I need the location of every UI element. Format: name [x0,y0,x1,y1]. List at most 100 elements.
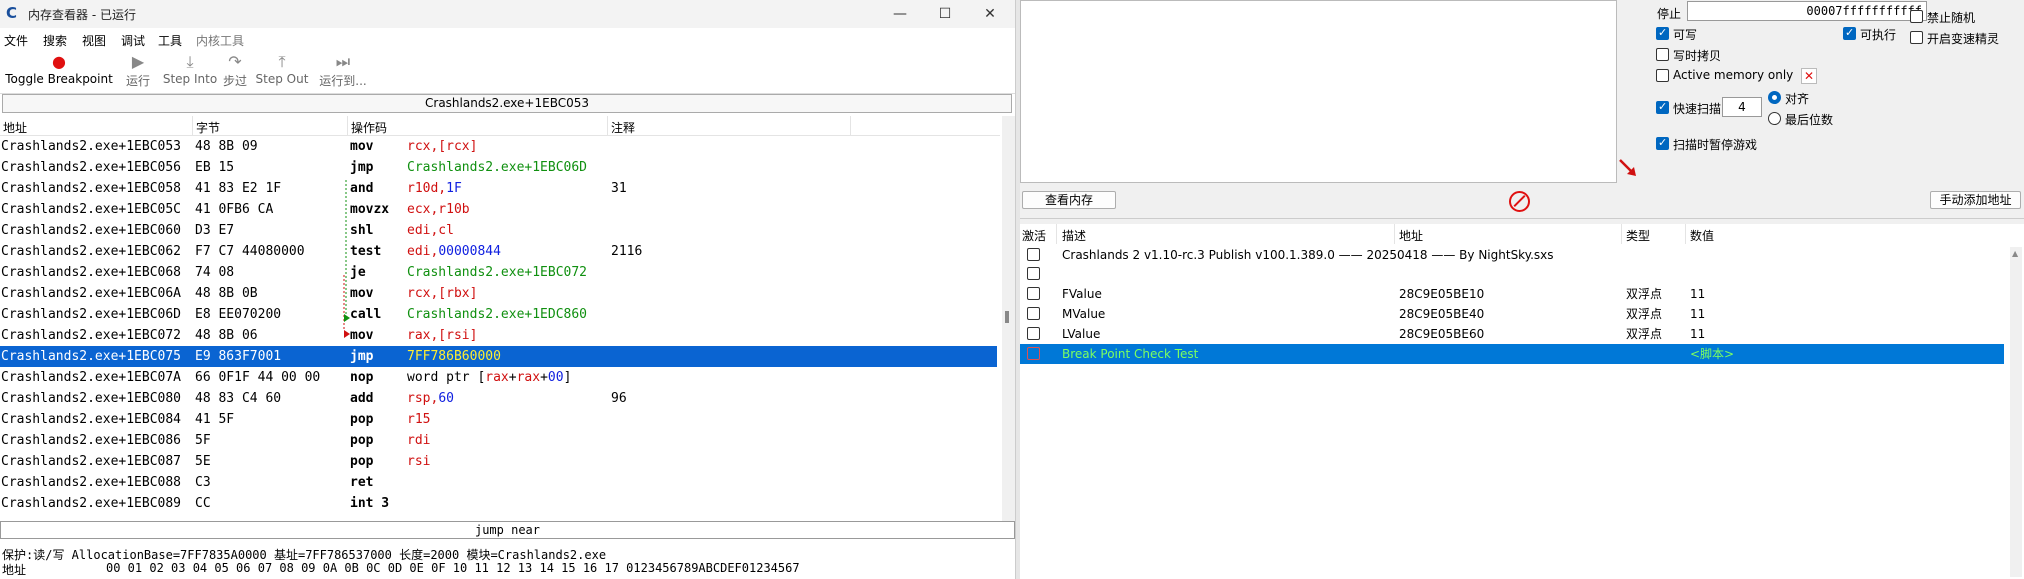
operand-part: rax,[rsi] [407,328,478,343]
active-checkbox[interactable] [1027,327,1040,340]
step-over-button[interactable]: ↷ 步过 [220,52,250,89]
disasm-row[interactable]: Crashlands2.exe+1EBC072 48 8B 06 mov rax,[r… [0,325,997,346]
row-address: 28C9E05BE40 [1399,307,1485,321]
disasm-row[interactable]: Crashlands2.exe+1EBC075 E9 863F7001 jmp 7FF… [0,346,997,367]
row-address: Crashlands2.exe+1EBC072 [1,328,182,343]
toggle-breakpoint-button[interactable]: ● Toggle Breakpoint [3,52,115,86]
operand-part: 00 [547,370,564,385]
menu-view[interactable]: 视图 [82,32,106,49]
minimize-button[interactable]: — [880,2,920,26]
cheat-table-scrollbar[interactable]: ▲ [2010,247,2022,577]
run-to-button[interactable]: ⏭ 运行到... [317,52,369,89]
scan-results-list[interactable] [1020,0,1617,183]
column-active[interactable]: 激活 [1022,227,1046,244]
row-operands: r10d,1F [407,178,462,199]
stop-address-input[interactable]: 00007fffffffffff [1687,1,1927,21]
column-type[interactable]: 类型 [1626,227,1650,244]
disasm-row[interactable]: Crashlands2.exe+1EBC053 48 8B 09 mov rcx,[r… [0,136,997,157]
row-address: Crashlands2.exe+1EBC058 [1,181,182,196]
row-opcode: int 3 [350,496,390,511]
disasm-row[interactable]: Crashlands2.exe+1EBC062 F7 C7 44080000 tes… [0,241,997,262]
view-memory-button[interactable]: 查看内存 [1022,191,1116,209]
disasm-row[interactable]: Crashlands2.exe+1EBC06A 48 8B 0B mov rcx,[r… [0,283,997,304]
clear-icon[interactable]: ✕ [1801,68,1817,84]
disasm-row[interactable]: Crashlands2.exe+1EBC058 41 83 E2 1F and r10… [0,178,997,199]
row-opcode: movzx [350,202,390,217]
step-out-button[interactable]: ⤒ Step Out [254,52,310,86]
row-operands: rdi [407,430,430,451]
active-checkbox[interactable] [1027,267,1040,280]
hex-header: 地址 00 01 02 03 04 05 06 07 08 09 0A 0B 0… [0,561,1015,579]
column-address[interactable]: 地址 [1399,227,1423,244]
row-bytes: 48 8B 06 [195,328,258,343]
maximize-button[interactable]: ☐ [925,2,965,26]
column-value[interactable]: 数值 [1690,227,1714,244]
disasm-row[interactable]: Crashlands2.exe+1EBC086 5F pop rdi [0,430,997,451]
disasm-row[interactable]: Crashlands2.exe+1EBC084 41 5F pop r15 [0,409,997,430]
row-bytes: 41 5F [195,412,235,427]
row-type: 双浮点 [1626,307,1663,321]
hex-address-label: 地址 [2,563,27,577]
active-checkbox[interactable] [1027,347,1040,360]
disasm-row[interactable]: Crashlands2.exe+1EBC056 EB 15 jmp Crashland… [0,157,997,178]
column-description[interactable]: 描述 [1062,227,1086,244]
current-address-bar[interactable]: Crashlands2.exe+1EBC053 [2,94,1012,113]
active-checkbox[interactable] [1027,248,1040,261]
add-address-button[interactable]: 手动添加地址 [1930,191,2021,209]
disasm-row[interactable]: Crashlands2.exe+1EBC060 D3 E7 shl edi,cl [0,220,997,241]
cheat-table-row[interactable]: LValue 28C9E05BE60 双浮点 11 [1020,324,2004,344]
run-button[interactable]: ▶ 运行 [122,52,154,89]
menu-kernel-tools[interactable]: 内核工具 [196,32,244,49]
disasm-row[interactable]: Crashlands2.exe+1EBC080 48 83 C4 60 add rsp… [0,388,997,409]
disasm-row[interactable]: Crashlands2.exe+1EBC087 5E pop rsi [0,451,997,472]
cheat-table-row[interactable]: MValue 28C9E05BE40 双浮点 11 [1020,304,2004,324]
menu-debug[interactable]: 调试 [121,32,145,49]
row-address: Crashlands2.exe+1EBC06A [1,286,182,301]
jump-arrows [343,180,350,338]
row-opcode: ret [350,475,374,490]
cheat-table-row[interactable]: FValue 28C9E05BE10 双浮点 11 [1020,284,2004,304]
column-opcode[interactable]: 操作码 [351,119,387,136]
no-entry-icon[interactable] [1509,191,1530,212]
row-operands: rsp,60 [407,388,454,409]
disasm-row[interactable]: Crashlands2.exe+1EBC089 CC int 3 [0,493,997,514]
active-checkbox[interactable] [1027,307,1040,320]
operand-part: rsi [407,454,431,469]
row-comment: 96 [611,391,627,406]
close-button[interactable]: ✕ [970,2,1010,26]
disasm-row[interactable]: Crashlands2.exe+1EBC088 C3 ret [0,472,997,493]
cheat-table-row[interactable]: Break Point Check Test <脚本> [1020,344,2004,364]
row-opcode: jmp [350,349,374,364]
row-opcode: pop [350,433,374,448]
row-bytes: CC [195,496,211,511]
row-address: Crashlands2.exe+1EBC07A [1,370,182,385]
disasm-row[interactable]: Crashlands2.exe+1EBC07A 66 0F1F 44 00 00 n… [0,367,997,388]
disasm-row[interactable]: Crashlands2.exe+1EBC05C 41 0FB6 CA movzx ec… [0,199,997,220]
operand-part: 7FF786B60000 [407,349,501,364]
operand-part: + [508,370,517,385]
column-comment[interactable]: 注释 [611,119,635,136]
disasm-row[interactable]: Crashlands2.exe+1EBC06D E8 EE070200 call Cr… [0,304,997,325]
cheat-table-row[interactable]: Crashlands 2 v1.10-rc.3 Publish v100.1.3… [1020,245,2004,265]
row-address: Crashlands2.exe+1EBC053 [1,139,182,154]
disassembly-scrollbar[interactable] [1002,116,1015,522]
step-into-button[interactable]: ⤓ Step Into [160,52,220,86]
menu-tools[interactable]: 工具 [158,32,182,49]
column-address[interactable]: 地址 [3,119,27,136]
run-icon: ▶ [131,52,145,71]
column-bytes[interactable]: 字节 [196,119,220,136]
active-checkbox[interactable] [1027,287,1040,300]
menu-file[interactable]: 文件 [4,32,28,49]
operand-part: Crashlands2.exe+1EBC072 [407,265,588,280]
operand-part: edi,cl [407,223,454,238]
add-to-list-arrow-icon[interactable] [1617,157,1639,179]
memory-viewer-window: C 内存查看器 - 已运行 — ☐ ✕ 文件 搜索 视图 调试 工具 内核工具 … [0,0,1015,579]
menu-search[interactable]: 搜索 [43,32,67,49]
cheat-table-row[interactable] [1020,264,2004,284]
disasm-row[interactable]: Crashlands2.exe+1EBC068 74 08 je Crashlands… [0,262,997,283]
row-type: 双浮点 [1626,327,1663,341]
row-description: MValue [1062,307,1106,321]
row-operands: edi,00000844 [407,241,501,262]
fast-scan-value-input[interactable]: 4 [1722,97,1762,117]
operand-part: r10d, [407,181,447,196]
